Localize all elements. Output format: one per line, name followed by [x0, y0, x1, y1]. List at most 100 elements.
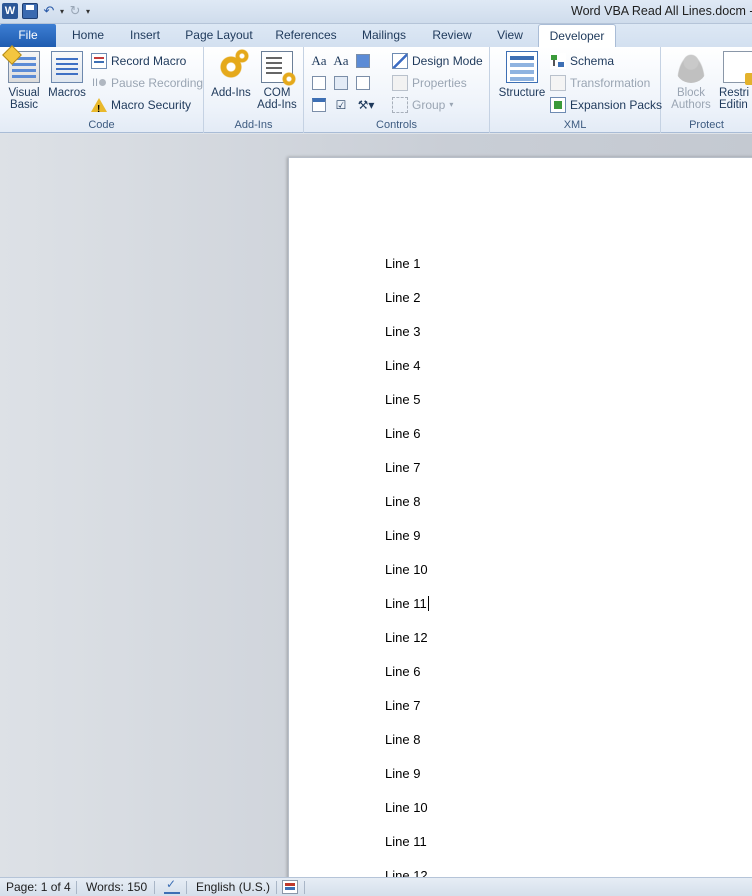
undo-dropdown-icon[interactable]: ▾	[60, 7, 64, 16]
plain-text-control[interactable]: Aa	[332, 52, 350, 70]
restrict-editing-button[interactable]: Restri Editin	[719, 51, 752, 111]
document-line[interactable]: Line 9	[385, 528, 420, 543]
macro-security-button[interactable]: Macro Security	[91, 95, 192, 120]
com-addins-label-2: Add-Ins	[257, 99, 297, 111]
drop-down-control-icon[interactable]	[354, 74, 372, 92]
language[interactable]: English (U.S.)	[196, 880, 270, 895]
group-label-xml: XML	[563, 119, 587, 131]
addins-button[interactable]: Add-Ins	[208, 49, 254, 99]
transformation-button[interactable]: Transformation	[550, 73, 650, 93]
proofing-icon[interactable]	[164, 877, 180, 894]
status-divider	[276, 881, 277, 894]
document-line[interactable]: Line 12	[385, 868, 428, 877]
status-bar: Page: 1 of 4 Words: 150 English (U.S.)	[0, 877, 752, 896]
group-label-controls: Controls	[376, 119, 417, 131]
block-authors-button[interactable]: Block Authors	[669, 51, 713, 111]
combo-box-control-icon[interactable]	[332, 74, 350, 92]
customize-qat-icon[interactable]: ▾	[86, 7, 90, 16]
structure-icon	[506, 51, 538, 83]
expansion-packs-icon	[550, 97, 566, 113]
undo-icon[interactable]: ↶	[42, 3, 56, 19]
status-divider	[304, 881, 305, 894]
properties-icon	[392, 75, 408, 91]
expansion-packs-button[interactable]: Expansion Packs	[550, 95, 662, 115]
document-line[interactable]: Line 3	[385, 324, 420, 339]
chevron-down-icon: ▾	[449, 100, 454, 109]
tab-insert[interactable]: Insert	[124, 24, 166, 47]
document-line[interactable]: Line 4	[385, 358, 420, 373]
word-app-icon[interactable]: W	[2, 3, 18, 19]
document-line[interactable]: Line 10	[385, 800, 428, 815]
pause-recording-button[interactable]: Pause Recording	[91, 73, 203, 93]
visual-basic-label-2: Basic	[9, 99, 39, 111]
macro-security-label: Macro Security	[111, 98, 192, 112]
tab-developer[interactable]: Developer	[538, 24, 616, 48]
group-icon	[392, 97, 408, 113]
macro-recording-icon[interactable]	[282, 880, 298, 894]
record-macro-button[interactable]: Record Macro	[91, 51, 186, 71]
warning-icon	[91, 98, 107, 120]
group-label-protect: Protect	[689, 119, 724, 131]
visual-basic-button[interactable]: Visual Basic	[4, 51, 44, 111]
group-code: Visual Basic Macros Record Macro Pause R…	[0, 47, 204, 133]
building-block-control-icon[interactable]	[310, 74, 328, 92]
tab-view[interactable]: View	[492, 24, 528, 47]
word-count[interactable]: Words: 150	[86, 880, 147, 895]
document-line[interactable]: Line 10	[385, 562, 428, 577]
date-picker-control-icon[interactable]	[310, 96, 328, 114]
document-line[interactable]: Line 1	[385, 256, 420, 271]
document-line[interactable]: Line 8	[385, 494, 420, 509]
rich-text-control[interactable]: Aa	[310, 52, 328, 70]
status-divider	[186, 881, 187, 894]
page-count[interactable]: Page: 1 of 4	[6, 880, 71, 895]
document-line[interactable]: Line 6	[385, 426, 420, 441]
visual-basic-icon	[8, 51, 40, 83]
design-mode-button[interactable]: Design Mode	[392, 51, 483, 71]
tab-references[interactable]: References	[272, 24, 340, 47]
properties-button[interactable]: Properties	[392, 73, 467, 93]
structure-button[interactable]: Structure	[496, 51, 548, 99]
document-page[interactable]: Line 1 Line 2 Line 3 Line 4 Line 5 Line 6 Line…	[288, 157, 752, 877]
legacy-tools-icon[interactable]: ⚒▾	[354, 96, 378, 114]
document-line[interactable]: Line 5	[385, 392, 420, 407]
design-mode-icon	[392, 53, 408, 69]
block-authors-label-1: Block	[676, 87, 706, 99]
document-line[interactable]: Line 8	[385, 732, 420, 747]
redo-icon[interactable]: ↻	[68, 3, 82, 19]
tab-home[interactable]: Home	[66, 24, 110, 47]
document-line[interactable]: Line 7	[385, 698, 420, 713]
macros-icon	[51, 51, 83, 83]
group-controls: Aa Aa ☑ ⚒▾ Design Mode Properties Group …	[304, 47, 490, 133]
title-bar: W ↶ ▾ ↻ ▾ Word VBA Read All Lines.docm -	[0, 0, 752, 24]
checkbox-control-icon[interactable]: ☑	[332, 96, 350, 114]
tab-file[interactable]: File	[0, 24, 56, 47]
com-addins-button[interactable]: COM Add-Ins	[254, 51, 300, 111]
properties-label: Properties	[412, 76, 467, 90]
document-line[interactable]: Line 2	[385, 290, 420, 305]
group-button[interactable]: Group ▾	[392, 95, 453, 115]
document-line[interactable]: Line 11	[385, 596, 429, 611]
document-line[interactable]: Line 9	[385, 766, 420, 781]
transformation-icon	[550, 75, 566, 91]
schema-button[interactable]: Schema	[550, 51, 614, 71]
group-xml: Structure Schema Transformation Expansio…	[490, 47, 662, 133]
tab-review[interactable]: Review	[428, 24, 476, 47]
document-line[interactable]: Line 7	[385, 460, 420, 475]
visual-basic-label-1: Visual	[8, 87, 40, 99]
block-authors-label-2: Authors	[671, 99, 711, 111]
macros-label: Macros	[48, 87, 86, 99]
ribbon: Visual Basic Macros Record Macro Pause R…	[0, 47, 752, 133]
picture-control-icon[interactable]	[354, 52, 372, 70]
document-line[interactable]: Line 6	[385, 664, 420, 679]
group-label-addins: Add-Ins	[234, 119, 273, 131]
macros-button[interactable]: Macros	[46, 51, 88, 99]
group-label-code: Code	[88, 119, 115, 131]
save-icon[interactable]	[22, 3, 38, 19]
document-area: Line 1 Line 2 Line 3 Line 4 Line 5 Line 6 Line…	[0, 134, 752, 877]
group-addins: Add-Ins COM Add-Ins Add-Ins	[204, 47, 304, 133]
restrict-editing-icon	[723, 51, 752, 85]
tab-page-layout[interactable]: Page Layout	[184, 24, 254, 47]
document-line[interactable]: Line 11	[385, 834, 427, 849]
tab-mailings[interactable]: Mailings	[356, 24, 412, 47]
document-line[interactable]: Line 12	[385, 630, 428, 645]
